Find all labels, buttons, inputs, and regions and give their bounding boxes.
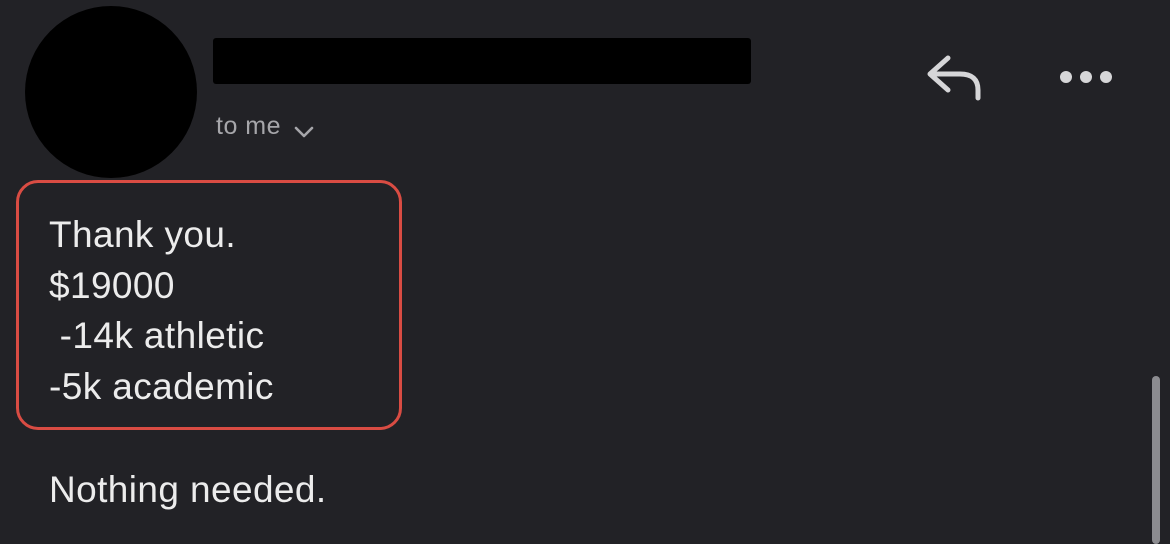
reply-button[interactable] (922, 52, 986, 104)
more-options-button[interactable] (1058, 62, 1114, 92)
sender-name-redacted (213, 38, 751, 84)
reply-icon (927, 55, 981, 101)
recipient-details-toggle[interactable]: to me (216, 112, 315, 141)
message-line-thanks: Thank you. (49, 214, 237, 255)
chevron-down-icon (294, 126, 314, 137)
recipient-label: to me (216, 112, 282, 140)
message-line-nothing-needed: Nothing needed. (49, 469, 327, 510)
scrollbar[interactable] (1152, 376, 1160, 544)
message-line-athletic: -14k athletic (49, 315, 265, 356)
sender-avatar[interactable] (25, 6, 197, 178)
more-horizontal-icon (1060, 71, 1112, 83)
message-line-total: $19000 (49, 265, 175, 306)
message-line-academic: -5k academic (49, 366, 274, 407)
